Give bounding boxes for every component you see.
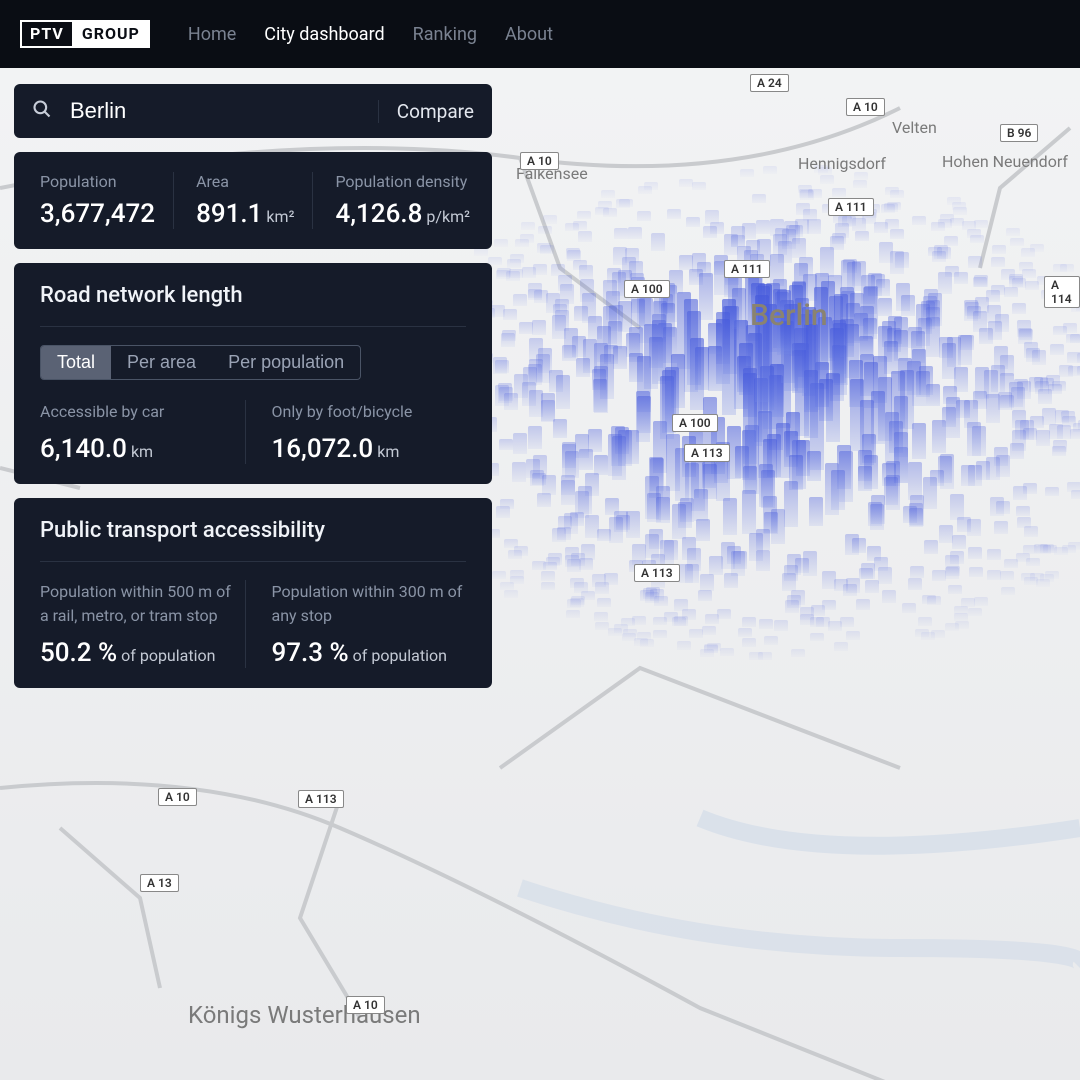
logo-right: GROUP [74,22,148,46]
pt-any: Population within 300 m of any stop 97.3… [245,580,467,668]
stat-density-value: 4,126.8 [335,199,422,229]
sidebar: Compare Population 3,677,472 Area 891.1k… [14,84,492,688]
pt-rail-label: Population within 500 m of a rail, metro… [40,580,235,628]
road-by-foot: Only by foot/bicycle 16,072.0km [245,400,467,464]
road-a100-n: A 100 [624,280,670,298]
road-a10-sw: A 10 [158,788,197,806]
tab-per-area[interactable]: Per area [111,346,212,379]
stat-area-value: 891.1 [196,199,262,229]
road-a113-s: A 113 [298,790,344,808]
town-hennigsdorf: Hennigsdorf [798,154,886,173]
stat-area: Area 891.1km² [173,172,312,229]
city-search-input[interactable] [70,98,360,124]
town-konigs-wusterhausen: Königs Wusterhausen [188,1002,421,1028]
road-a10-s: A 10 [346,996,385,1014]
pt-any-label: Population within 300 m of any stop [272,580,467,628]
road-b96: B 96 [1000,124,1038,142]
top-nav: PTV GROUP Home City dashboard Ranking Ab… [0,0,1080,68]
nav-ranking[interactable]: Ranking [413,24,477,45]
nav-city-dashboard[interactable]: City dashboard [264,24,384,45]
brand-logo[interactable]: PTV GROUP [20,20,150,48]
search-panel: Compare [14,84,492,138]
road-network-panel: Road network length Total Per area Per p… [14,263,492,484]
road-a113-c: A 113 [634,564,680,582]
tab-per-population[interactable]: Per population [212,346,360,379]
road-by-car-unit: km [131,442,153,461]
nav-home[interactable]: Home [188,24,236,45]
tab-total[interactable]: Total [41,346,111,379]
road-a13: A 13 [140,874,179,892]
compare-button[interactable]: Compare [378,100,474,123]
search-icon [32,99,52,123]
stat-population-value: 3,677,472 [40,199,155,229]
road-a114: A 114 [1044,276,1080,308]
road-by-foot-label: Only by foot/bicycle [272,400,467,424]
stat-population-label: Population [40,172,155,191]
stat-density-unit: p/km² [426,207,470,226]
public-transport-panel: Public transport accessibility Populatio… [14,498,492,688]
road-tabs: Total Per area Per population [40,345,361,380]
divider [40,326,466,327]
stat-area-unit: km² [266,207,294,226]
road-a111-n: A 111 [828,198,874,216]
nav-about[interactable]: About [505,24,553,45]
town-hohen-neuendorf: Hohen Neuendorf [942,152,1068,171]
divider [40,561,466,562]
pt-rail-value: 50.2 % [40,638,117,668]
road-network-title: Road network length [40,283,466,308]
road-by-car-label: Accessible by car [40,400,235,424]
road-by-car-value: 6,140.0 [40,434,127,464]
stat-area-label: Area [196,172,294,191]
stat-density: Population density 4,126.8p/km² [312,172,488,229]
pt-title: Public transport accessibility [40,518,466,543]
map-city-label: Berlin [750,298,828,333]
pt-any-value: 97.3 % [272,638,349,668]
nav-links: Home City dashboard Ranking About [188,24,553,45]
road-a113-n: A 113 [684,444,730,462]
city-stats-panel: Population 3,677,472 Area 891.1km² Popul… [14,152,492,249]
road-a24: A 24 [750,74,789,92]
pt-rail: Population within 500 m of a rail, metro… [40,580,235,668]
road-by-car: Accessible by car 6,140.0km [40,400,235,464]
pt-any-suffix: of population [353,646,447,665]
pt-rail-suffix: of population [121,646,215,665]
road-a100-s: A 100 [672,414,718,432]
town-velten: Velten [892,118,937,137]
logo-left: PTV [22,22,72,46]
road-by-foot-value: 16,072.0 [272,434,374,464]
road-by-foot-unit: km [377,442,399,461]
road-a111-s: A 111 [724,260,770,278]
road-a10-ne: A 10 [846,98,885,116]
road-a10-nw: A 10 [520,152,559,170]
stat-density-label: Population density [335,172,470,191]
stat-population: Population 3,677,472 [40,172,173,229]
